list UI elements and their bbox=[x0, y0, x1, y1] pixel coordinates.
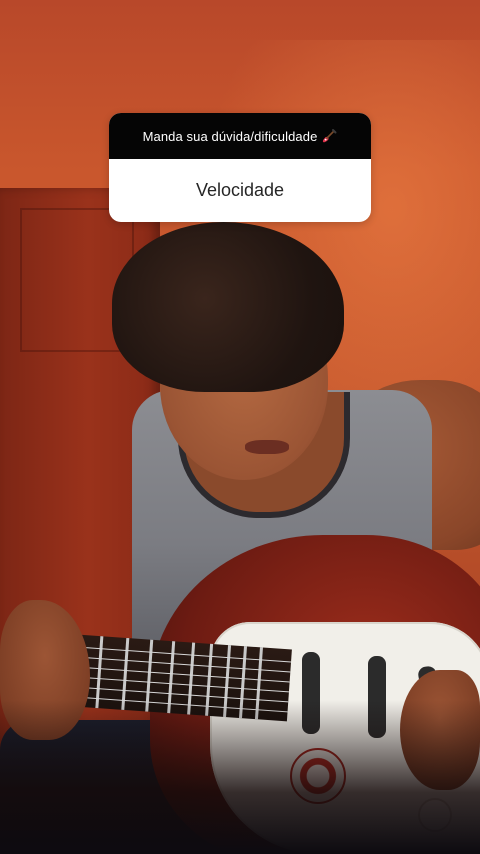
bottom-shadow bbox=[0, 700, 480, 854]
person-mouth bbox=[245, 440, 289, 454]
question-prompt: Manda sua dúvida/dificuldade bbox=[142, 128, 318, 144]
question-sticker[interactable]: Manda sua dúvida/dificuldade Velocidade bbox=[109, 113, 371, 222]
question-header: Manda sua dúvida/dificuldade bbox=[109, 113, 371, 159]
question-answer: Velocidade bbox=[195, 180, 285, 200]
person-hair bbox=[112, 222, 344, 392]
guitar-icon bbox=[321, 128, 337, 144]
story-video-frame[interactable]: Manda sua dúvida/dificuldade Velocidade bbox=[0, 0, 480, 854]
